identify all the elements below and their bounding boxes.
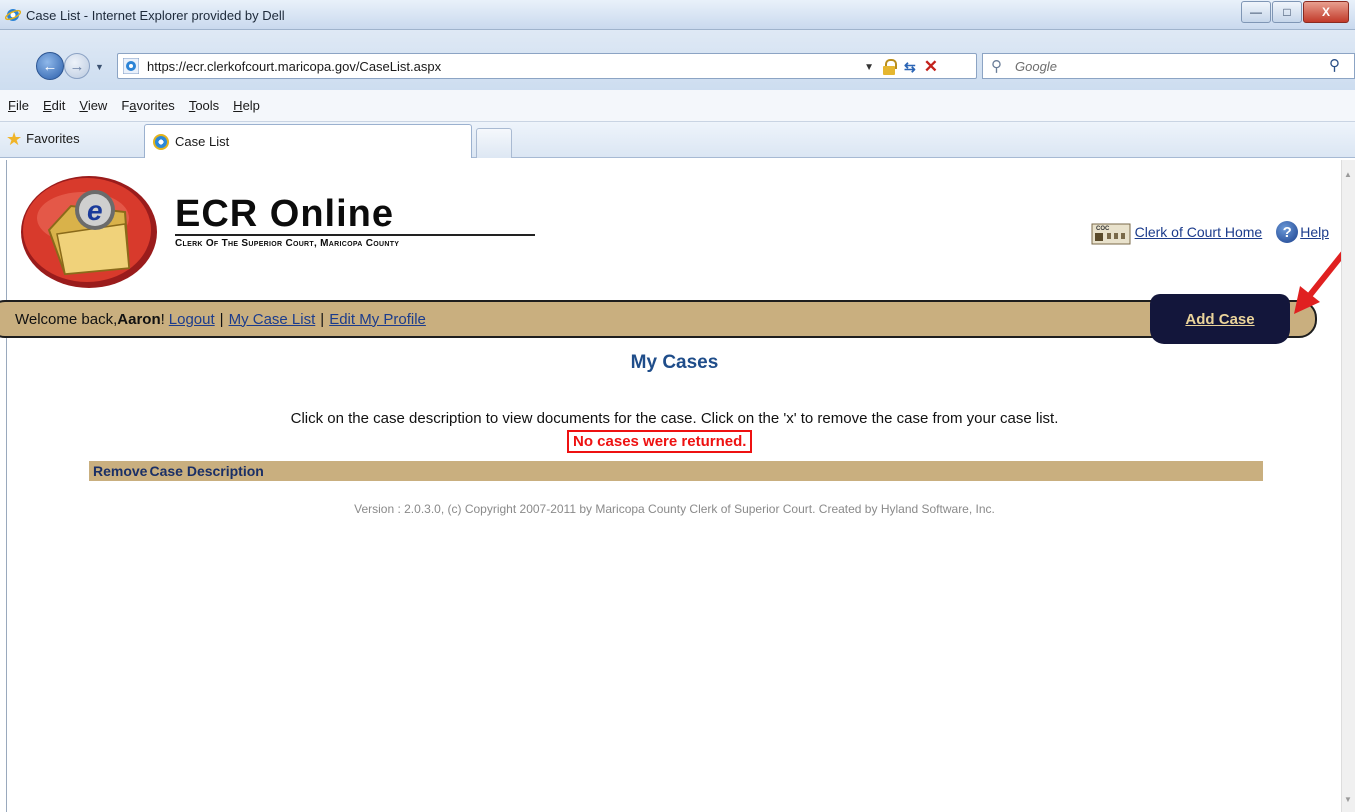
- page-viewport: e ECR Online Clerk Of The Superior Court…: [0, 160, 1349, 812]
- maximize-button[interactable]: □: [1272, 1, 1302, 23]
- search-input[interactable]: Google: [1015, 59, 1057, 74]
- welcome-suffix: !: [160, 310, 165, 328]
- forward-button[interactable]: →: [64, 53, 90, 79]
- page-title: My Cases: [630, 352, 719, 373]
- edit-profile-link[interactable]: Edit My Profile: [329, 311, 426, 328]
- svg-text:COC: COC: [1096, 226, 1110, 232]
- case-table-header: Remove Case Description: [89, 461, 1263, 481]
- stop-icon[interactable]: ✕: [924, 57, 938, 77]
- star-icon: ★: [6, 128, 23, 149]
- welcome-prefix: Welcome back,: [15, 310, 118, 328]
- logout-link[interactable]: Logout: [169, 311, 215, 328]
- brand-title: ECR Online: [175, 193, 395, 235]
- menu-help[interactable]: Help: [233, 98, 260, 113]
- add-case-button[interactable]: Add Case: [1150, 294, 1290, 344]
- minimize-button[interactable]: —: [1241, 1, 1271, 23]
- user-name: Aaron: [117, 310, 161, 328]
- history-dropdown-icon[interactable]: ▼: [95, 62, 104, 72]
- header-links: COC Clerk of Court Home ? Help: [1091, 218, 1329, 246]
- refresh-icon[interactable]: ⇆: [904, 59, 916, 76]
- window-title: Case List - Internet Explorer provided b…: [26, 8, 285, 23]
- svg-text:e: e: [87, 195, 103, 226]
- menu-file[interactable]: File: [8, 98, 29, 113]
- column-remove: Remove: [93, 463, 148, 479]
- menu-edit[interactable]: Edit: [43, 98, 65, 113]
- brand-subtitle: Clerk Of The Superior Court, Maricopa Co…: [175, 238, 400, 249]
- courthouse-icon[interactable]: COC: [1091, 218, 1131, 246]
- tab-ie-icon: [153, 133, 169, 150]
- new-tab-button[interactable]: [476, 128, 512, 158]
- instructions-text: Click on the case description to view do…: [290, 410, 1059, 427]
- page-favicon-icon: [123, 58, 139, 74]
- menu-tools[interactable]: Tools: [189, 98, 219, 113]
- menu-favorites[interactable]: Favorites: [121, 98, 174, 113]
- favorites-button[interactable]: ★ Favorites: [6, 128, 80, 149]
- help-link[interactable]: Help: [1300, 224, 1329, 240]
- ie-logo-icon: [5, 9, 21, 21]
- brand-block: ECR Online Clerk Of The Superior Court, …: [175, 194, 535, 249]
- column-case-description: Case Description: [149, 463, 264, 479]
- close-button[interactable]: X: [1303, 1, 1349, 23]
- no-results-message: No cases were returned.: [567, 430, 753, 453]
- url-text[interactable]: https://ecr.clerkofcourt.maricopa.gov/Ca…: [147, 59, 441, 74]
- menu-bar: File Edit View Favorites Tools Help: [0, 90, 1355, 122]
- ecr-logo-icon: e: [21, 176, 157, 288]
- add-case-link[interactable]: Add Case: [1185, 311, 1254, 328]
- menu-view[interactable]: View: [79, 98, 107, 113]
- address-dropdown-icon[interactable]: ▼: [864, 62, 874, 73]
- tab-case-list[interactable]: Case List: [144, 124, 472, 158]
- window-titlebar: Case List - Internet Explorer provided b…: [0, 0, 1355, 30]
- search-icon[interactable]: ⚲: [1329, 56, 1340, 74]
- scroll-down-icon[interactable]: ▼: [1344, 795, 1352, 804]
- welcome-bar: Welcome back, Aaron ! Logout | My Case L…: [0, 300, 1317, 338]
- address-bar[interactable]: https://ecr.clerkofcourt.maricopa.gov/Ca…: [117, 53, 977, 79]
- back-button[interactable]: ←: [36, 52, 64, 80]
- my-case-list-link[interactable]: My Case List: [229, 311, 316, 328]
- vertical-scrollbar[interactable]: ▲ ▼: [1341, 160, 1355, 812]
- favorites-bar: ★ Favorites Case List: [0, 122, 1355, 158]
- separator: |: [219, 310, 224, 328]
- clerk-home-link[interactable]: Clerk of Court Home: [1135, 224, 1263, 240]
- search-provider-icon: ⚲: [991, 58, 1002, 75]
- search-box[interactable]: ⚲ Google ⚲: [982, 53, 1355, 79]
- scroll-up-icon[interactable]: ▲: [1344, 170, 1352, 179]
- help-icon[interactable]: ?: [1276, 221, 1299, 243]
- separator: |: [320, 310, 325, 328]
- version-footer: Version : 2.0.3.0, (c) Copyright 2007-20…: [354, 502, 995, 516]
- lock-icon[interactable]: [882, 59, 898, 75]
